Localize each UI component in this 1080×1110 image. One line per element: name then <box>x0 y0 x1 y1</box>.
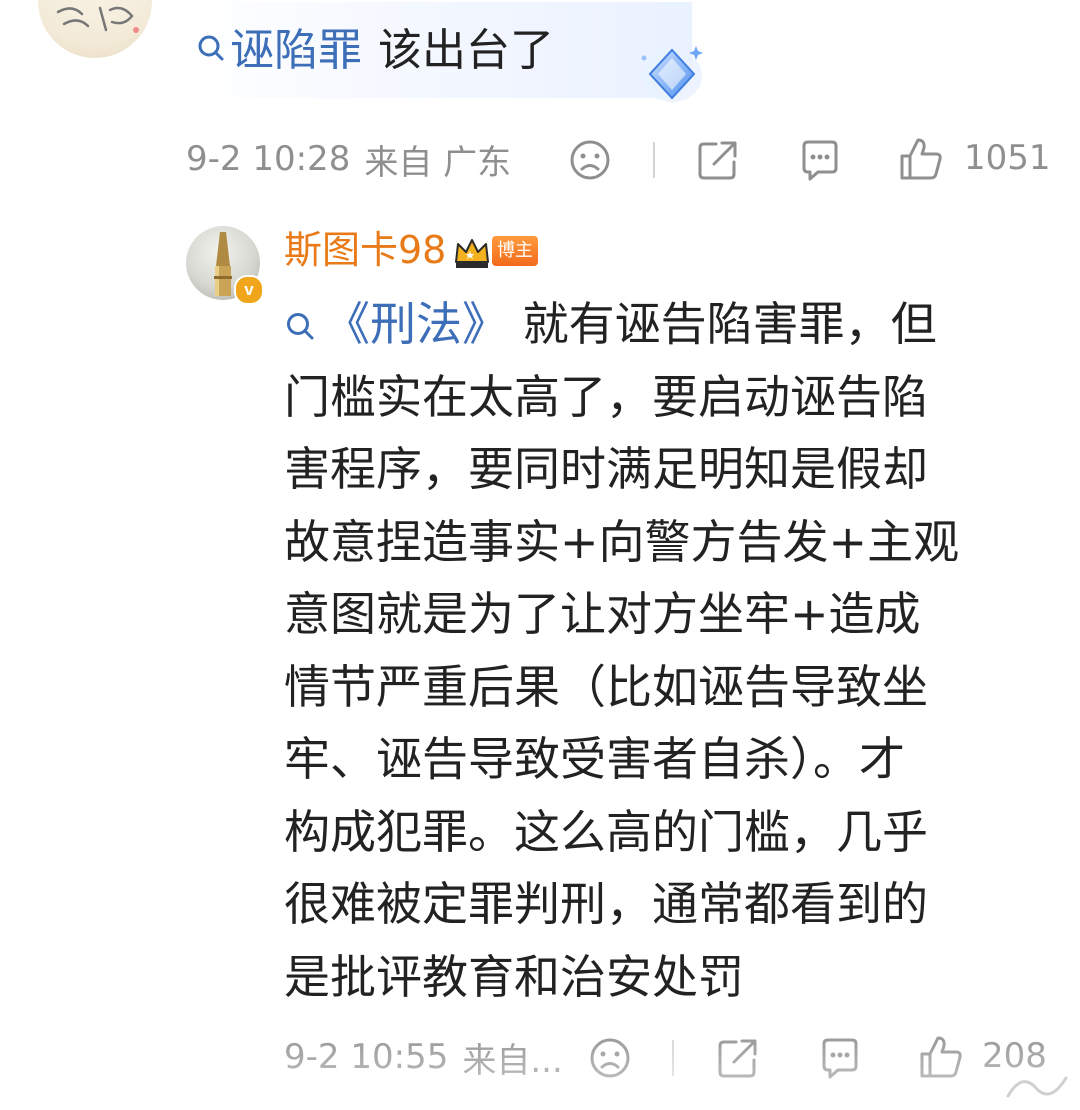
reply-line: 很难被定罪判刑，通常都看到的 <box>284 877 928 931</box>
comment-icon[interactable] <box>798 138 842 182</box>
meta-divider <box>653 142 655 178</box>
comment-time: 9-2 10:28 <box>186 139 351 179</box>
search-icon <box>287 313 314 340</box>
reply-meta: 9-2 10:55 来自... <box>284 1032 563 1082</box>
commenter-avatar[interactable] <box>38 0 152 58</box>
share-icon[interactable] <box>696 138 740 182</box>
like-count: 1051 <box>964 138 1051 178</box>
weibo-comment-thread: 诬陷罪 该出台了 9-2 10:28 来自 广东 1051 v 斯图卡98 博主… <box>0 0 1080 1110</box>
comment-icon[interactable] <box>818 1036 862 1080</box>
reply-text: 《刑法》 就有诬告陷害罪，但 门槛实在太高了，要启动诬告陷 害程序，要同时满足明… <box>284 288 1004 1013</box>
reply-line: 故意捏造事实+向警方告发+主观 <box>284 514 960 569</box>
meta-divider <box>672 1040 674 1076</box>
sad-face-icon[interactable] <box>568 138 612 182</box>
diamond-badge-icon <box>641 46 703 102</box>
reply-keyword-link[interactable]: 《刑法》 <box>324 297 508 351</box>
crown-badge-icon <box>455 239 489 268</box>
verified-icon: v <box>234 275 264 305</box>
avatar-doodle <box>56 6 139 33</box>
share-icon[interactable] <box>716 1036 760 1080</box>
comment-keyword-link[interactable]: 诬陷罪 <box>230 14 362 78</box>
reply-line: 情节严重后果（比如诬告导致坐 <box>284 659 928 714</box>
reply-line-text: 就有诬告陷害罪，但 <box>508 297 937 351</box>
search-icon <box>198 35 224 61</box>
reply-line: 《刑法》 就有诬告陷害罪，但 <box>284 288 1004 361</box>
blogger-badge: 博主 <box>492 236 538 266</box>
reply-line: 门槛实在太高了，要启动诬告陷 <box>284 369 928 424</box>
comment-text: 诬陷罪 该出台了 <box>196 16 554 76</box>
like-icon[interactable] <box>898 136 944 182</box>
reply-line: 构成犯罪。这么高的门槛，几乎 <box>284 804 928 859</box>
comment-body-text: 该出台了 <box>378 25 554 76</box>
reply-location: 来自... <box>462 1040 563 1081</box>
reply-line: 牢、诬告导致受害者自杀）。才 <box>284 732 905 786</box>
comment-meta: 9-2 10:28 来自 广东 <box>186 134 511 184</box>
reply-line: 意图就是为了让对方坐牢+造成 <box>284 587 921 641</box>
like-icon[interactable] <box>918 1034 964 1080</box>
reply-time: 9-2 10:55 <box>284 1037 449 1077</box>
watermark-icon <box>1006 1076 1068 1098</box>
reply-line: 是批评教育和治安处罚 <box>284 949 744 1004</box>
comment-location: 来自 广东 <box>364 142 512 183</box>
reply-line: 害程序，要同时满足明知是假却 <box>284 442 928 496</box>
sad-face-icon[interactable] <box>588 1036 632 1080</box>
reply-username[interactable]: 斯图卡98 <box>284 224 446 276</box>
